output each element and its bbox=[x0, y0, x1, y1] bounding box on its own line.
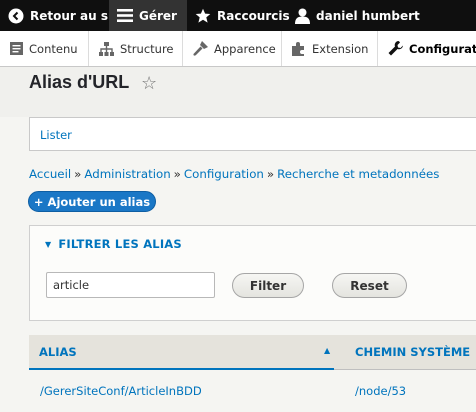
content-icon bbox=[10, 42, 23, 55]
shortcuts-menu[interactable]: Raccourcis bbox=[187, 0, 290, 31]
column-header-alias[interactable]: ALIAS bbox=[39, 345, 77, 359]
breadcrumb-configuration[interactable]: Configuration bbox=[184, 167, 264, 181]
tray-label-extension: Extension bbox=[312, 41, 369, 56]
tray-item-configuration[interactable]: Configuratio bbox=[378, 31, 476, 66]
admin-tray: Contenu Structure Apparence Extension Co… bbox=[0, 31, 476, 67]
sort-ascending-icon[interactable]: ▲ bbox=[324, 346, 330, 355]
back-to-site-link[interactable]: Retour au site bbox=[0, 0, 126, 31]
structure-icon bbox=[99, 41, 114, 56]
tray-label-content: Contenu bbox=[29, 41, 78, 56]
user-menu[interactable]: daniel humbert bbox=[287, 0, 428, 31]
tabs-bar bbox=[29, 117, 476, 151]
column-header-system-path[interactable]: CHEMIN SYSTÈME bbox=[355, 345, 470, 359]
hamburger-icon bbox=[117, 9, 133, 22]
wrench-icon bbox=[388, 41, 403, 56]
breadcrumb-administration[interactable]: Administration bbox=[84, 167, 170, 181]
breadcrumb-home[interactable]: Accueil bbox=[29, 167, 71, 181]
triangle-down-icon: ▼ bbox=[45, 240, 52, 249]
breadcrumb-separator: » bbox=[266, 167, 275, 181]
tray-label-configuration: Configuratio bbox=[409, 41, 476, 56]
filter-button[interactable]: Filter bbox=[232, 273, 304, 298]
tab-list[interactable]: Lister bbox=[40, 128, 72, 142]
breadcrumb-separator: » bbox=[173, 167, 181, 181]
filter-legend-label: FILTRER LES ALIAS bbox=[58, 237, 182, 251]
star-icon bbox=[195, 8, 211, 24]
extension-icon bbox=[292, 41, 306, 56]
admin-toolbar: Retour au site Gérer Raccourcis daniel h… bbox=[0, 0, 476, 31]
tray-item-extension[interactable]: Extension bbox=[282, 31, 378, 66]
shortcuts-label: Raccourcis bbox=[217, 8, 290, 23]
appearance-icon bbox=[193, 41, 208, 56]
add-alias-button[interactable]: + Ajouter un alias bbox=[28, 191, 156, 212]
breadcrumb-search-metadata[interactable]: Recherche et metadonnées bbox=[277, 167, 439, 181]
tray-item-structure[interactable]: Structure bbox=[89, 31, 183, 66]
tray-item-content[interactable]: Contenu bbox=[0, 31, 89, 66]
breadcrumb-separator: » bbox=[74, 167, 82, 181]
user-label: daniel humbert bbox=[316, 8, 420, 23]
user-icon bbox=[295, 8, 310, 24]
page-title: Alias d'URL bbox=[29, 72, 130, 92]
active-sort-underline bbox=[29, 368, 334, 370]
alias-filter-input[interactable] bbox=[46, 272, 215, 298]
breadcrumb: Accueil» Administration» Configuration» Rec… bbox=[29, 167, 439, 181]
tray-label-structure: Structure bbox=[120, 41, 174, 56]
row-path-link[interactable]: /node/53 bbox=[355, 384, 406, 398]
manage-menu[interactable]: Gérer bbox=[109, 0, 187, 31]
tray-item-appearance[interactable]: Apparence bbox=[183, 31, 282, 66]
filter-legend-toggle[interactable]: ▼ FILTRER LES ALIAS bbox=[45, 237, 182, 251]
arrow-left-circle-icon bbox=[8, 8, 24, 24]
shortcut-star-icon[interactable]: ☆ bbox=[141, 73, 157, 94]
reset-button[interactable]: Reset bbox=[332, 273, 407, 298]
row-alias-link[interactable]: /GererSiteConf/ArticleInBDD bbox=[40, 384, 202, 398]
manage-label: Gérer bbox=[139, 8, 177, 23]
tray-label-appearance: Apparence bbox=[214, 41, 276, 56]
